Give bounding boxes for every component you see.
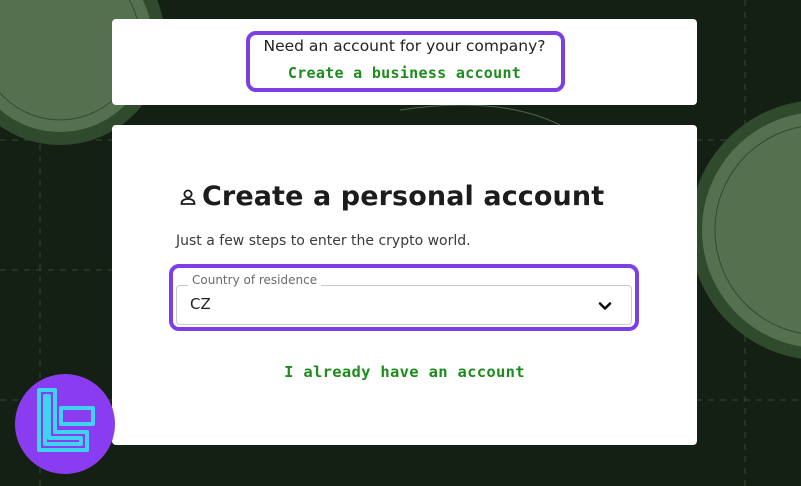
country-select[interactable]: CZ <box>176 285 632 325</box>
personal-account-card: Create a personal account Just a few ste… <box>112 125 697 445</box>
create-business-account-link[interactable]: Create a business account <box>112 64 697 82</box>
chevron-down-icon <box>597 298 613 314</box>
subtitle: Just a few steps to enter the crypto wor… <box>176 233 471 249</box>
title-row: Create a personal account <box>178 181 604 212</box>
person-icon <box>178 187 198 207</box>
business-question: Need an account for your company? <box>263 37 546 55</box>
page-title: Create a personal account <box>202 181 605 212</box>
country-value: CZ <box>190 295 211 313</box>
already-have-account-link[interactable]: I already have an account <box>112 363 697 381</box>
brand-logo <box>15 374 115 474</box>
country-field-label: Country of residence <box>188 273 322 287</box>
business-account-card: Need an account for your company? Create… <box>112 19 697 105</box>
